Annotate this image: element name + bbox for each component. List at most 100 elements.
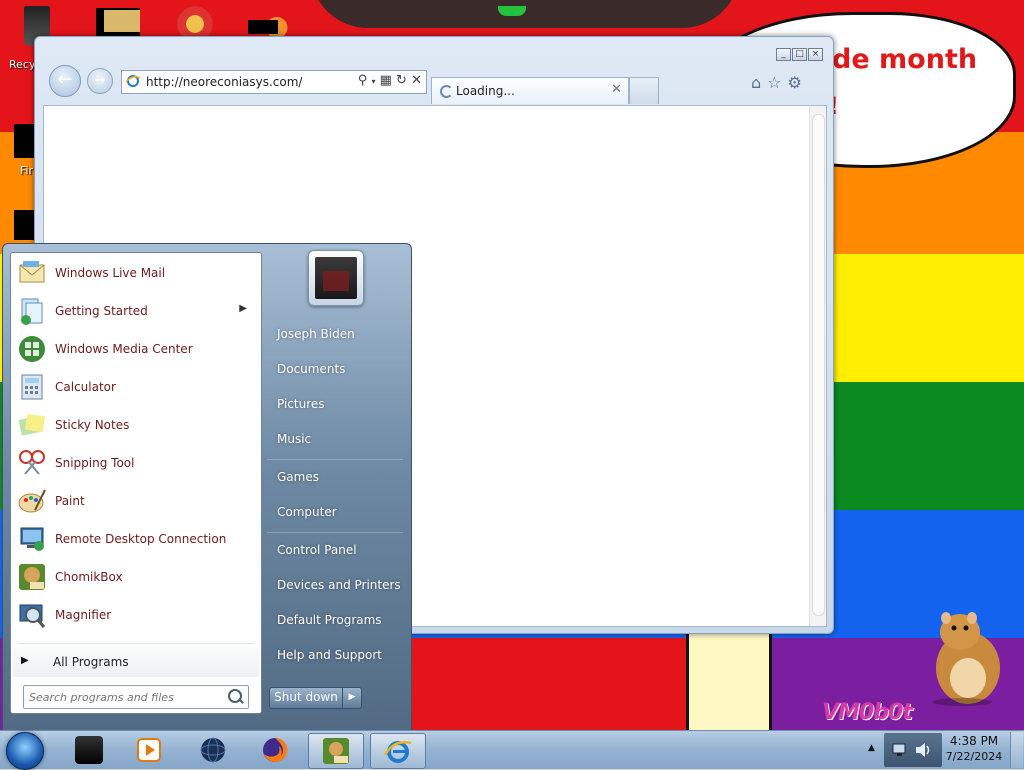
taskbar-item-globe-app[interactable]: [186, 733, 240, 767]
divider: [267, 459, 403, 460]
start-button[interactable]: [6, 732, 44, 770]
program-item[interactable]: Windows Live Mail: [13, 255, 257, 291]
address-tools: ⚲ ▾ ▦ ↻ ✕: [358, 73, 422, 88]
program-item[interactable]: Magnifier: [13, 597, 257, 633]
search-input[interactable]: [27, 688, 221, 706]
wallpaper-dark-shape: [310, 0, 740, 28]
programs-pane: Windows Live Mail Getting Started ▶ Wind…: [10, 252, 262, 714]
notification-area: [884, 733, 942, 767]
refresh-icon[interactable]: ↻: [396, 73, 407, 88]
dark-app-icon: [75, 736, 103, 764]
user-picture[interactable]: [308, 250, 364, 306]
new-tab-button[interactable]: [629, 77, 659, 104]
tab-close-icon[interactable]: ✕: [611, 82, 622, 97]
start-link-devices-printers[interactable]: Devices and Printers: [267, 571, 405, 601]
back-arrow-icon: ←: [57, 69, 73, 90]
maximize-button[interactable]: □: [792, 48, 807, 61]
folder-icon: [104, 10, 140, 32]
network-icon[interactable]: [892, 741, 910, 759]
start-link-help-support[interactable]: Help and Support: [267, 641, 405, 671]
program-item[interactable]: Snipping Tool: [13, 445, 257, 481]
desktop-icon-fi-label: Fir: [20, 164, 34, 177]
program-item[interactable]: Windows Media Center: [13, 331, 257, 367]
taskbar: ▲ 4:38 PM 7/22/2024: [0, 730, 1024, 770]
media-center-icon: [19, 336, 45, 362]
home-icon[interactable]: ⌂: [751, 73, 767, 92]
desktop-icon-label-box: [248, 20, 278, 34]
media-player-icon: [137, 738, 161, 762]
forward-button[interactable]: →: [87, 68, 113, 94]
watermark-text: VM0b0t: [822, 700, 913, 725]
taskbar-item-chomikbox[interactable]: [308, 733, 364, 769]
magnifier-icon: [19, 604, 46, 628]
compat-view-icon[interactable]: ▦: [380, 73, 392, 88]
start-link-computer[interactable]: Computer: [267, 498, 405, 528]
dropdown-icon[interactable]: ▾: [371, 77, 375, 86]
program-item[interactable]: Sticky Notes: [13, 407, 257, 443]
vertical-scrollbar[interactable]: [809, 106, 826, 626]
back-button[interactable]: ←: [49, 65, 81, 97]
program-item[interactable]: Getting Started ▶: [13, 293, 257, 329]
all-programs-label: All Programs: [53, 655, 129, 669]
user-picture-image: [315, 257, 357, 299]
program-item[interactable]: ChomikBox: [13, 559, 257, 595]
paint-icon: [18, 489, 46, 513]
arrow-right-icon: ▶: [348, 692, 356, 702]
start-link-control-panel[interactable]: Control Panel: [267, 536, 405, 566]
browser-toolbar-icons: ⌂☆⚙: [751, 73, 808, 92]
submenu-arrow-icon: ▶: [239, 303, 247, 314]
window-caption-buttons: _ □ ×: [775, 45, 823, 61]
address-url[interactable]: http://neoreconiasys.com/: [146, 75, 302, 89]
show-hidden-icons-button[interactable]: ▲: [868, 743, 875, 753]
snipping-tool-icon: [19, 450, 45, 475]
shutdown-options-button[interactable]: ▶: [342, 687, 362, 709]
speech-bubble-text: de month: [832, 44, 978, 75]
tab-title: Loading...: [456, 84, 515, 98]
start-link-user[interactable]: Joseph Biden: [267, 320, 405, 350]
search-box[interactable]: [23, 685, 249, 709]
volume-icon[interactable]: [914, 741, 932, 759]
program-item[interactable]: Paint: [13, 483, 257, 519]
internet-explorer-icon: [384, 741, 412, 763]
hamster-image: [932, 612, 1000, 706]
tab-loading[interactable]: Loading... ✕: [431, 77, 629, 104]
address-bar[interactable]: http://neoreconiasys.com/ ⚲ ▾ ▦ ↻ ✕: [121, 70, 427, 94]
taskbar-item-internet-explorer[interactable]: [370, 733, 426, 769]
start-link-default-programs[interactable]: Default Programs: [267, 606, 405, 636]
user-picture-detail: [323, 271, 349, 291]
stop-icon[interactable]: ✕: [411, 73, 422, 88]
start-link-pictures[interactable]: Pictures: [267, 390, 405, 420]
start-link-music[interactable]: Music: [267, 425, 405, 455]
mail-icon: [19, 261, 45, 283]
all-programs-button[interactable]: ▶ All Programs: [13, 647, 259, 677]
firefox-icon: [263, 737, 288, 762]
desktop-icon-5[interactable]: [14, 210, 36, 240]
sticky-notes-icon: [18, 413, 46, 436]
taskbar-item-dark-app[interactable]: [62, 733, 116, 767]
divider: [17, 643, 255, 644]
taskbar-item-media-player[interactable]: [122, 733, 176, 767]
start-link-documents[interactable]: Documents: [267, 355, 405, 385]
star-icon[interactable]: ☆: [767, 73, 787, 92]
shutdown-button[interactable]: Shut down: [269, 687, 343, 709]
chomikbox-icon: [19, 564, 45, 590]
loading-spinner-icon: [440, 85, 453, 98]
arrow-right-icon: ▶: [21, 655, 29, 666]
minimize-button[interactable]: _: [776, 48, 791, 61]
scrollbar-thumb[interactable]: [812, 114, 825, 616]
start-link-games[interactable]: Games: [267, 463, 405, 493]
close-button[interactable]: ×: [808, 48, 823, 61]
clock-time[interactable]: 4:38 PM: [944, 734, 1004, 748]
chomikbox-icon: [323, 738, 349, 764]
search-icon[interactable]: ⚲: [358, 73, 368, 88]
calculator-icon: [21, 374, 43, 400]
desktop-app-icon-3[interactable]: [172, 6, 218, 36]
taskbar-item-firefox[interactable]: [248, 733, 302, 767]
gear-icon[interactable]: ⚙: [788, 73, 808, 92]
getting-started-icon: [21, 298, 43, 325]
program-item[interactable]: Remote Desktop Connection: [13, 521, 257, 557]
search-icon[interactable]: [228, 689, 242, 703]
program-item[interactable]: Calculator: [13, 369, 257, 405]
clock-date[interactable]: 7/22/2024: [944, 750, 1004, 763]
show-desktop-button[interactable]: [1010, 732, 1023, 768]
